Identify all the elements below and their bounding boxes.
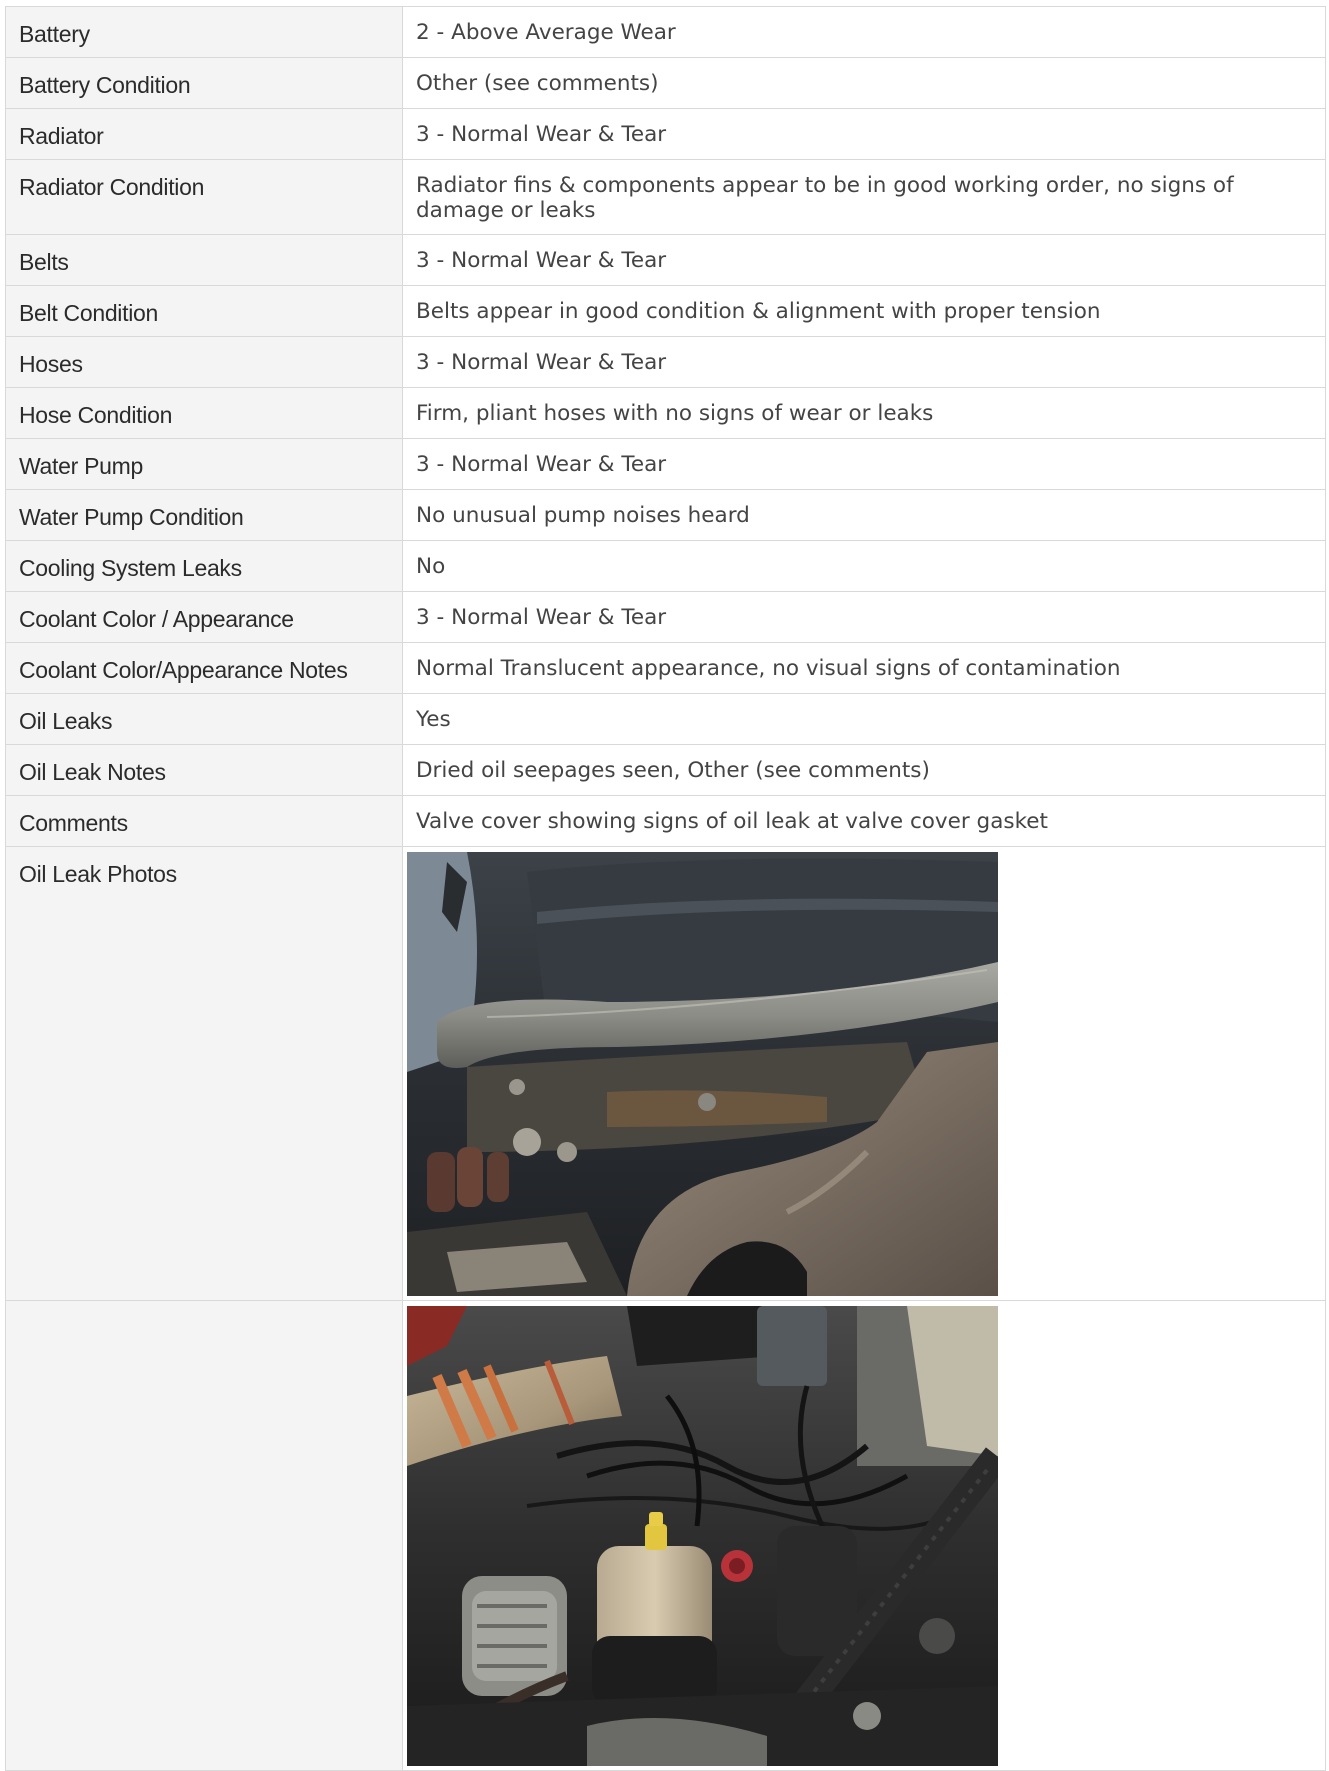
- row-label: Battery Condition: [5, 57, 403, 109]
- row-value: 3 - Normal Wear & Tear: [402, 108, 1326, 160]
- row-label: Water Pump Condition: [5, 489, 403, 541]
- row-label: Water Pump: [5, 438, 403, 490]
- photo-cell: [402, 846, 1326, 1301]
- table-row: Hose Condition Firm, pliant hoses with n…: [5, 387, 1326, 439]
- row-label: Belts: [5, 234, 403, 286]
- row-label: Cooling System Leaks: [5, 540, 403, 592]
- table-row: Belt Condition Belts appear in good cond…: [5, 285, 1326, 337]
- table-row: Comments Valve cover showing signs of oi…: [5, 795, 1326, 847]
- table-row: Battery 2 - Above Average Wear: [5, 6, 1326, 58]
- table-row: Oil Leaks Yes: [5, 693, 1326, 745]
- inspection-table: Battery 2 - Above Average Wear Battery C…: [5, 6, 1326, 1771]
- row-label: Battery: [5, 6, 403, 58]
- photo-row: [5, 1300, 1326, 1771]
- table-row: Water Pump Condition No unusual pump noi…: [5, 489, 1326, 541]
- row-value: 3 - Normal Wear & Tear: [402, 591, 1326, 643]
- photos-label: Oil Leak Photos: [5, 846, 403, 1301]
- table-row: Water Pump 3 - Normal Wear & Tear: [5, 438, 1326, 490]
- row-value: Normal Translucent appearance, no visual…: [402, 642, 1326, 694]
- row-label: Comments: [5, 795, 403, 847]
- row-label: Oil Leaks: [5, 693, 403, 745]
- row-value: 3 - Normal Wear & Tear: [402, 438, 1326, 490]
- table-row: Radiator Condition Radiator fins & compo…: [5, 159, 1326, 235]
- row-value: No unusual pump noises heard: [402, 489, 1326, 541]
- row-value: Radiator fins & components appear to be …: [402, 159, 1326, 235]
- row-value: 3 - Normal Wear & Tear: [402, 234, 1326, 286]
- table-row: Hoses 3 - Normal Wear & Tear: [5, 336, 1326, 388]
- row-label: Hose Condition: [5, 387, 403, 439]
- table-row: Coolant Color/Appearance Notes Normal Tr…: [5, 642, 1326, 694]
- table-row: Radiator 3 - Normal Wear & Tear: [5, 108, 1326, 160]
- row-label: Radiator: [5, 108, 403, 160]
- table-row: Oil Leak Notes Dried oil seepages seen, …: [5, 744, 1326, 796]
- photos-label-empty: [5, 1300, 403, 1771]
- row-value: Dried oil seepages seen, Other (see comm…: [402, 744, 1326, 796]
- row-value: 2 - Above Average Wear: [402, 6, 1326, 58]
- row-value: No: [402, 540, 1326, 592]
- oil-leak-photo-1[interactable]: [407, 852, 998, 1296]
- oil-leak-photo-2[interactable]: [407, 1306, 998, 1766]
- row-label: Coolant Color / Appearance: [5, 591, 403, 643]
- table-row: Belts 3 - Normal Wear & Tear: [5, 234, 1326, 286]
- row-label: Belt Condition: [5, 285, 403, 337]
- row-label: Radiator Condition: [5, 159, 403, 235]
- row-label: Hoses: [5, 336, 403, 388]
- row-value: Other (see comments): [402, 57, 1326, 109]
- row-value: Valve cover showing signs of oil leak at…: [402, 795, 1326, 847]
- table-row: Cooling System Leaks No: [5, 540, 1326, 592]
- row-label: Coolant Color/Appearance Notes: [5, 642, 403, 694]
- photo-row: Oil Leak Photos: [5, 846, 1326, 1301]
- table-row: Battery Condition Other (see comments): [5, 57, 1326, 109]
- photo-cell: [402, 1300, 1326, 1771]
- row-value: 3 - Normal Wear & Tear: [402, 336, 1326, 388]
- row-value: Firm, pliant hoses with no signs of wear…: [402, 387, 1326, 439]
- row-value: Belts appear in good condition & alignme…: [402, 285, 1326, 337]
- table-row: Coolant Color / Appearance 3 - Normal We…: [5, 591, 1326, 643]
- row-value: Yes: [402, 693, 1326, 745]
- row-label: Oil Leak Notes: [5, 744, 403, 796]
